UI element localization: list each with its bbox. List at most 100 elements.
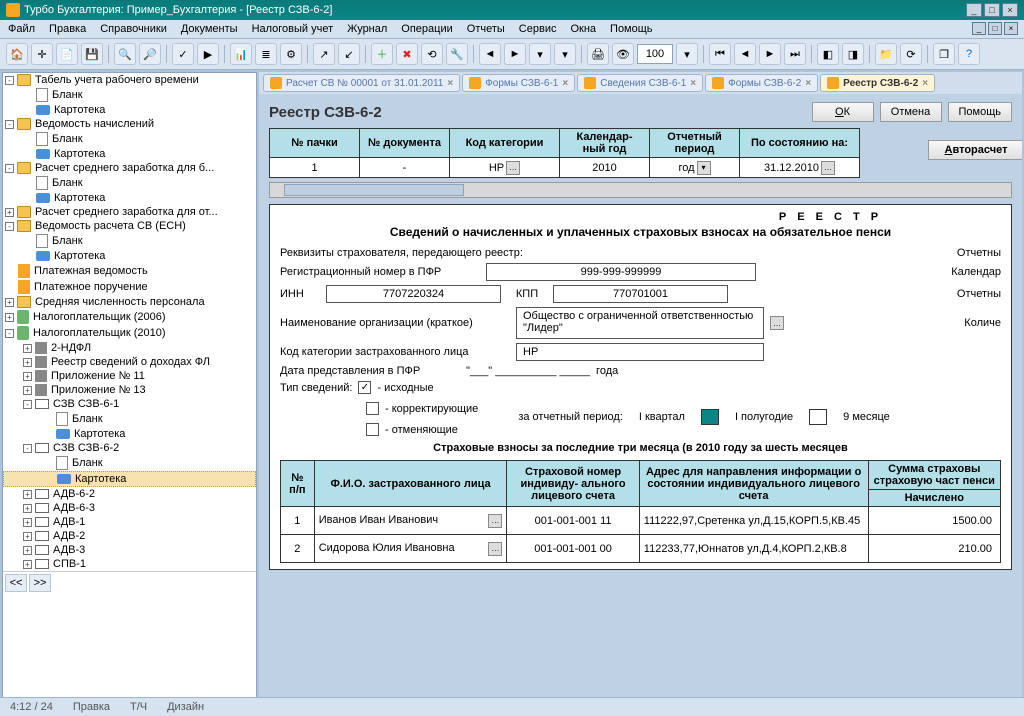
period-dd-icon[interactable]: ▾ — [697, 161, 711, 175]
expand-icon[interactable]: + — [23, 546, 32, 555]
expand-icon[interactable]: + — [5, 313, 14, 322]
tab[interactable]: Расчет СВ № 00001 от 31.01.2011× — [263, 74, 460, 92]
date-picker-icon[interactable]: … — [821, 161, 835, 175]
action2-icon[interactable]: ▶ — [197, 43, 219, 65]
maximize-button[interactable]: □ — [984, 3, 1000, 17]
cell-addr[interactable]: 112233,77,Юннатов ул,Д.4,КОРП.2,КВ.8 — [639, 535, 868, 563]
tree-item[interactable]: -СЗВ СЗВ-6-1 — [3, 397, 256, 411]
back-icon[interactable]: ◄ — [734, 43, 756, 65]
fio-picker-icon[interactable]: … — [488, 542, 502, 556]
fio-picker-icon[interactable]: … — [488, 514, 502, 528]
preview-icon[interactable]: 👁 — [612, 43, 634, 65]
org-picker-icon[interactable]: … — [770, 316, 784, 330]
dbfolder-icon[interactable]: 📁 — [875, 43, 897, 65]
tree-item[interactable]: +СПВ-1 — [3, 557, 256, 571]
cell-sum[interactable]: 1500.00 — [868, 507, 1000, 535]
cb-ish[interactable]: ✓ — [358, 381, 371, 394]
tree-item[interactable]: Бланк — [3, 455, 256, 471]
add-icon[interactable]: ＋ — [371, 43, 393, 65]
tree-item[interactable]: Картотека — [3, 147, 256, 161]
tree-item[interactable]: -Расчет среднего заработка для б... — [3, 161, 256, 175]
fwd-icon[interactable]: ► — [759, 43, 781, 65]
tab[interactable]: Сведения СЗВ-6-1× — [577, 74, 703, 92]
tree-item[interactable]: +АДВ-2 — [3, 529, 256, 543]
tree-item[interactable]: Картотека — [3, 249, 256, 263]
expand-icon[interactable]: - — [5, 222, 14, 231]
tree-item[interactable]: +2-НДФЛ — [3, 341, 256, 355]
action1-icon[interactable]: ✓ — [172, 43, 194, 65]
tab-close-icon[interactable]: × — [562, 78, 568, 89]
zoom-dd-icon[interactable]: ▾ — [676, 43, 698, 65]
cell-sum[interactable]: 210.00 — [868, 535, 1000, 563]
tree-item[interactable]: Бланк — [3, 131, 256, 147]
search-icon[interactable]: 🔍 — [114, 43, 136, 65]
tree-item[interactable]: Платежная ведомость — [3, 263, 256, 279]
menu-windows[interactable]: Окна — [570, 23, 596, 35]
cb-kor[interactable] — [366, 402, 379, 415]
code-picker-icon[interactable]: … — [506, 161, 520, 175]
docs-icon[interactable]: 📄 — [56, 43, 78, 65]
misc2-icon[interactable]: ◨ — [842, 43, 864, 65]
tab-close-icon[interactable]: × — [922, 78, 928, 89]
print-icon[interactable]: 🖨 — [587, 43, 609, 65]
v-period[interactable]: год▾ — [650, 158, 740, 178]
tree-prev-icon[interactable]: << — [5, 574, 27, 592]
cell-addr[interactable]: 111222,97,Сретенка ул,Д.15,КОРП.5,КВ.45 — [639, 507, 868, 535]
expand-icon[interactable]: + — [23, 386, 32, 395]
menu-tax[interactable]: Налоговый учет — [252, 23, 334, 35]
tree-item[interactable]: +Приложение № 11 — [3, 369, 256, 383]
menu-reports[interactable]: Отчеты — [467, 23, 505, 35]
h-scrollbar[interactable] — [269, 182, 1012, 198]
menu-docs[interactable]: Документы — [181, 23, 238, 35]
help-icon[interactable]: ? — [958, 43, 980, 65]
v-docno[interactable]: - — [360, 158, 450, 178]
config-icon[interactable]: ⚙ — [280, 43, 302, 65]
menu-ops[interactable]: Операции — [401, 23, 452, 35]
cell-fio[interactable]: Иванов Иван Иванович… — [314, 507, 507, 535]
tab[interactable]: Формы СЗВ-6-2× — [705, 74, 818, 92]
expand-icon[interactable]: + — [23, 504, 32, 513]
cascade-icon[interactable]: ❐ — [933, 43, 955, 65]
expand-icon[interactable]: - — [5, 329, 14, 338]
fld-reg[interactable]: 999-999-999999 — [486, 263, 756, 281]
list-icon[interactable]: ≣ — [255, 43, 277, 65]
tab-close-icon[interactable]: × — [690, 78, 696, 89]
edit-icon[interactable]: 🔧 — [446, 43, 468, 65]
expand-icon[interactable]: + — [5, 208, 14, 217]
tree-item[interactable]: Картотека — [3, 191, 256, 205]
export-icon[interactable]: ↗ — [313, 43, 335, 65]
mdi-max[interactable]: □ — [988, 22, 1002, 35]
tree-item[interactable]: +АДВ-6-3 — [3, 501, 256, 515]
reload-icon[interactable]: ⟲ — [421, 43, 443, 65]
p2-box[interactable] — [809, 409, 827, 425]
expand-icon[interactable]: + — [23, 560, 32, 569]
table-row[interactable]: 1Иванов Иван Иванович…001-001-001 111112… — [281, 507, 1001, 535]
tree-item[interactable]: Бланк — [3, 411, 256, 427]
tree-item[interactable]: +Расчет среднего заработка для от... — [3, 205, 256, 219]
zoom-field[interactable]: 100 — [637, 44, 673, 64]
fld-org[interactable]: Общество с ограниченной ответственностью… — [516, 307, 764, 339]
fld-kod[interactable]: НР — [516, 343, 764, 361]
cell-fio[interactable]: Сидорова Юлия Ивановна… — [314, 535, 507, 563]
menu-service[interactable]: Сервис — [519, 23, 557, 35]
expand-icon[interactable]: - — [23, 400, 32, 409]
tree-item[interactable]: +АДВ-6-2 — [3, 487, 256, 501]
search2-icon[interactable]: 🔎 — [139, 43, 161, 65]
nav-tree[interactable]: -Табель учета рабочего времениБланкКарто… — [2, 72, 257, 708]
v-pack[interactable]: 1 — [270, 158, 360, 178]
tree-item[interactable]: -СЗВ СЗВ-6-2 — [3, 441, 256, 455]
tree-item[interactable]: -Ведомость начислений — [3, 117, 256, 131]
v-code[interactable]: НР… — [450, 158, 560, 178]
last-icon[interactable]: ⏭ — [784, 43, 806, 65]
dd2-icon[interactable]: ▾ — [554, 43, 576, 65]
dd1-icon[interactable]: ▾ — [529, 43, 551, 65]
tree-item[interactable]: Картотека — [3, 427, 256, 441]
tree-item[interactable]: Бланк — [3, 233, 256, 249]
tree-item[interactable]: +Приложение № 13 — [3, 383, 256, 397]
menu-dicts[interactable]: Справочники — [100, 23, 167, 35]
fld-inn[interactable]: 7707220324 — [326, 285, 501, 303]
fld-kpp[interactable]: 770701001 — [553, 285, 728, 303]
disk-icon[interactable]: 💾 — [81, 43, 103, 65]
tree-item[interactable]: -Ведомость расчета СВ (ЕСН) — [3, 219, 256, 233]
autocalc-button[interactable]: Авторасчет — [928, 140, 1022, 160]
